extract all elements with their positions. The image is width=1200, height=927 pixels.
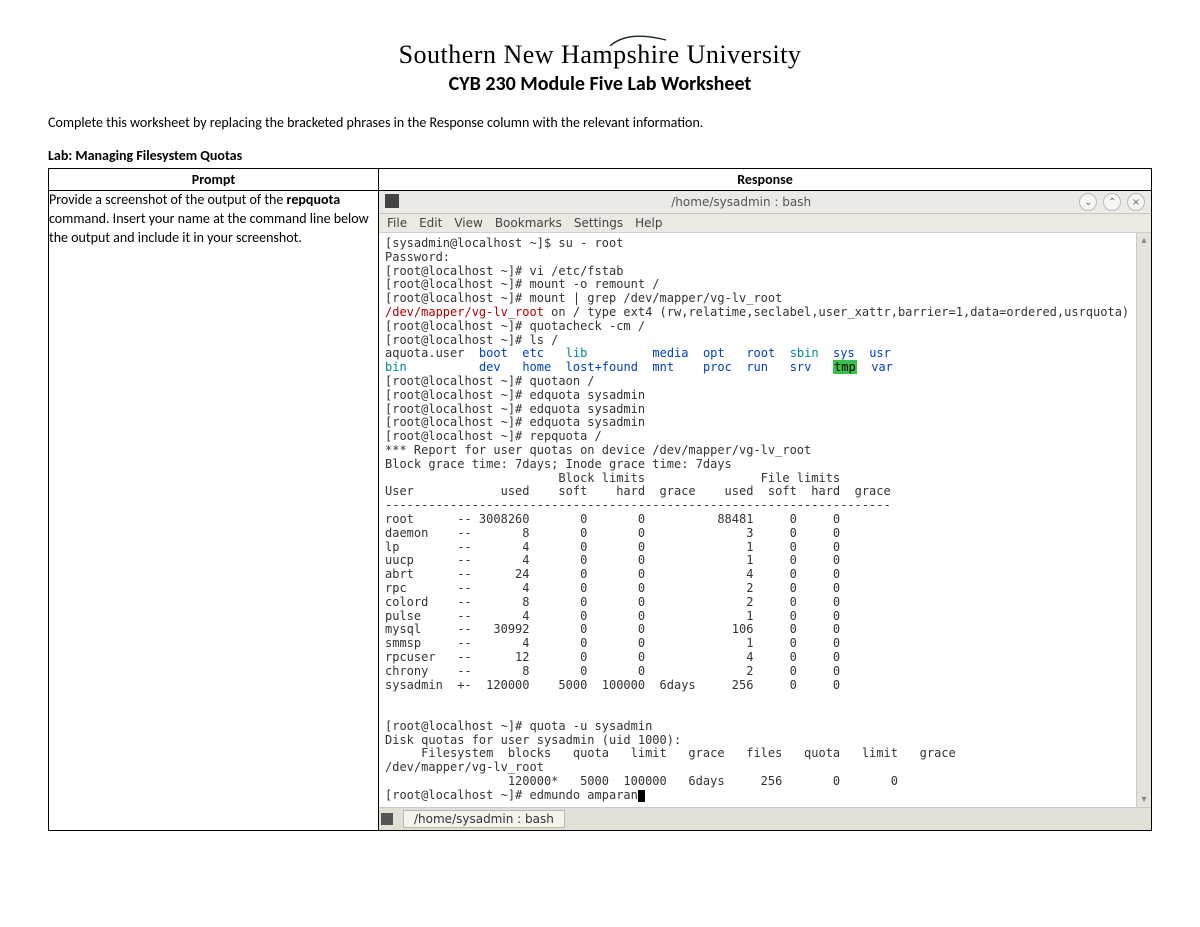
window-controls: ⌄ ⌃ × [1077, 193, 1145, 211]
menu-item-view[interactable]: View [454, 216, 482, 230]
prompt-cell: Provide a screenshot of the output of th… [49, 191, 379, 831]
window-titlebar[interactable]: /home/sysadmin : bash ⌄ ⌃ × [379, 191, 1151, 214]
course-title: CYB 230 Module Five Lab Worksheet [48, 72, 1152, 96]
minimize-button[interactable]: ⌄ [1079, 193, 1097, 211]
prompt-text: Provide a screenshot of the output of th… [49, 191, 378, 248]
university-text: Southern New Hampshire University [399, 40, 802, 69]
university-name: Southern New Hampshire University [399, 40, 802, 70]
document-header: Southern New Hampshire University CYB 23… [48, 40, 1152, 96]
worksheet-table: Prompt Response Provide a screenshot of … [48, 168, 1152, 831]
close-button[interactable]: × [1127, 193, 1145, 211]
taskbar-app-icon [381, 813, 393, 825]
scrollbar[interactable]: ▴ ▾ [1136, 233, 1151, 807]
lab-section-label: Lab: Managing Filesystem Quotas [48, 147, 1152, 164]
instruction-text: Complete this worksheet by replacing the… [48, 114, 1152, 131]
header-prompt: Prompt [49, 169, 379, 191]
menu-item-file[interactable]: File [387, 216, 407, 230]
menu-item-settings[interactable]: Settings [574, 216, 623, 230]
response-cell: /home/sysadmin : bash ⌄ ⌃ × File Edit View… [379, 191, 1152, 831]
menu-item-edit[interactable]: Edit [419, 216, 442, 230]
taskbar: /home/sysadmin : bash [379, 807, 1151, 830]
menu-bar[interactable]: File Edit View Bookmarks Settings Help [379, 214, 1151, 233]
maximize-button[interactable]: ⌃ [1103, 193, 1121, 211]
menu-item-help[interactable]: Help [635, 216, 662, 230]
taskbar-tab[interactable]: /home/sysadmin : bash [403, 810, 565, 828]
terminal-window: /home/sysadmin : bash ⌄ ⌃ × File Edit View… [379, 191, 1151, 830]
terminal-output[interactable]: [sysadmin@localhost ~]$ su - rootPasswor… [379, 233, 1136, 807]
window-title-text: /home/sysadmin : bash [405, 195, 1077, 209]
scroll-up-icon[interactable]: ▴ [1141, 235, 1146, 246]
terminal-app-icon [385, 194, 399, 208]
scroll-down-icon[interactable]: ▾ [1141, 794, 1146, 805]
menu-item-bookmarks[interactable]: Bookmarks [495, 216, 562, 230]
header-response: Response [379, 169, 1152, 191]
